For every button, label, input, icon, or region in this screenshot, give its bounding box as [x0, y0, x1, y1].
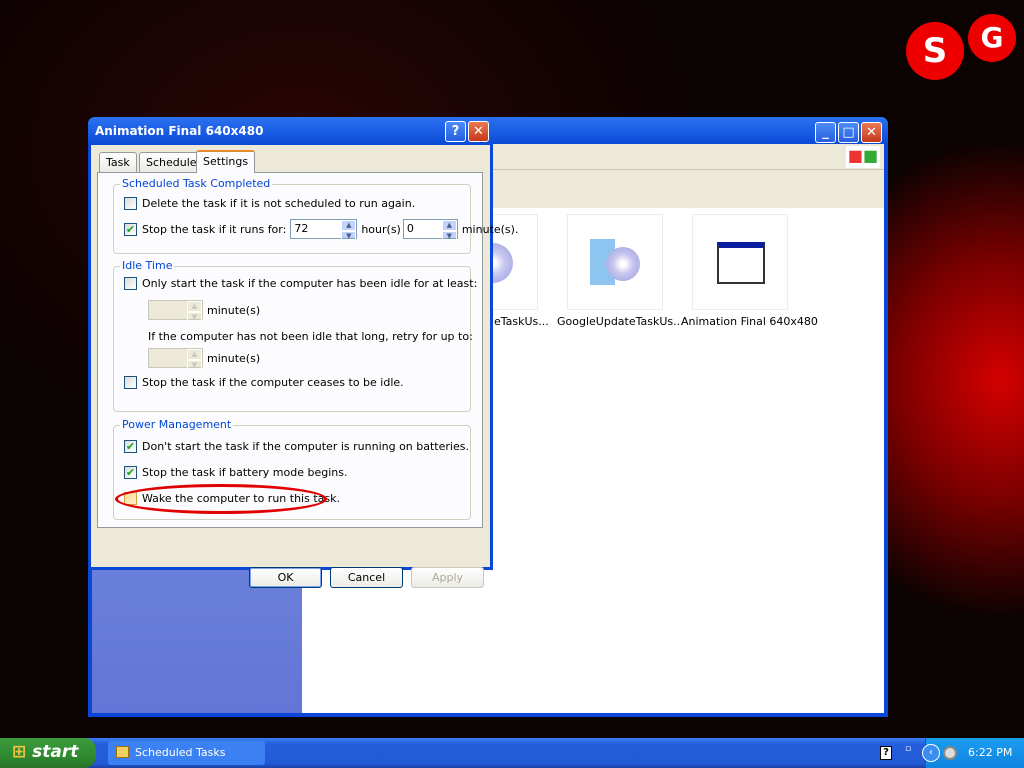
taskbar: ⊞ start Scheduled Tasks ? ▫ ‹ 6:22 PM: [0, 738, 1024, 768]
ok-button[interactable]: OK: [249, 567, 322, 588]
tab-schedule[interactable]: Schedule: [139, 152, 204, 172]
maximize-button[interactable]: □: [838, 122, 859, 143]
group-task-completed: Scheduled Task Completed Delete the task…: [113, 177, 518, 254]
close-button[interactable]: ✕: [861, 122, 882, 143]
idle-stop-checkbox[interactable]: [124, 376, 137, 389]
windows-flag-icon: ■■: [846, 146, 880, 168]
close-button[interactable]: ✕: [468, 121, 489, 142]
task-item-label: eTaskUs...: [494, 315, 549, 328]
logo-secondary: G: [968, 14, 1016, 62]
windows-logo-icon: ⊞: [12, 742, 27, 762]
retry-label: If the computer has not been idle that l…: [148, 330, 473, 343]
checkbox-label: Delete the task if it is not scheduled t…: [142, 197, 416, 210]
group-label: Power Management: [120, 418, 234, 431]
help-tray-icon[interactable]: ?: [880, 746, 892, 760]
package-cd-icon: [590, 239, 640, 285]
idle-minutes-stepper: ▲ ▼: [148, 300, 203, 323]
network-tray-icon[interactable]: ▫: [905, 744, 911, 754]
group-power-management: Power Management ✔ Don't start the task i…: [113, 418, 471, 520]
minutes-stepper[interactable]: 0 ▲ ▼: [402, 219, 458, 242]
checkbox-label: Don't start the task if the computer is …: [142, 440, 469, 453]
task-item-label: GoogleUpdateTaskUs...: [557, 315, 684, 328]
apply-button[interactable]: Apply: [411, 567, 484, 588]
scheduled-tasks-icon: [116, 746, 129, 758]
down-arrow-icon[interactable]: ▼: [441, 231, 457, 242]
tab-settings[interactable]: Settings: [196, 150, 256, 173]
help-button[interactable]: ?: [445, 121, 466, 142]
tab-task[interactable]: Task: [99, 152, 137, 172]
start-button[interactable]: ⊞ start: [0, 738, 96, 768]
down-arrow-icon[interactable]: ▼: [341, 231, 357, 242]
task-item[interactable]: [567, 214, 663, 310]
dialog-body: Task Schedule Settings Scheduled Task Co…: [91, 145, 518, 588]
settings-panel: Scheduled Task Completed Delete the task…: [97, 172, 518, 528]
hours-stepper[interactable]: 72 ▲ ▼: [290, 219, 358, 242]
highlight-ellipse: [115, 484, 327, 514]
group-idle-time: Idle Time Only start the task if the com…: [113, 259, 477, 412]
minutes-label: minute(s).: [461, 222, 519, 236]
retry-minutes-stepper: ▲ ▼: [148, 348, 203, 371]
antivirus-tray-icon[interactable]: [943, 746, 957, 760]
start-label: start: [32, 742, 79, 762]
group-label: Idle Time: [120, 259, 175, 272]
dialog-titlebar[interactable]: Animation Final 640x480 ? ✕: [88, 117, 493, 145]
hours-label: hour(s): [361, 222, 401, 236]
checkbox-label: Only start the task if the computer has …: [142, 277, 478, 290]
up-arrow-icon[interactable]: ▲: [341, 220, 357, 231]
dialog-title: Animation Final 640x480: [95, 124, 264, 138]
hours-value[interactable]: 72: [291, 220, 341, 238]
up-arrow-icon[interactable]: ▲: [441, 220, 457, 231]
idle-start-checkbox[interactable]: [124, 277, 137, 290]
checkbox-label: Stop the task if it runs for:: [142, 222, 287, 236]
task-properties-dialog: Animation Final 640x480 ? ✕ Task Schedul…: [88, 117, 518, 588]
minimize-button[interactable]: _: [815, 122, 836, 143]
minutes-value[interactable]: 0: [404, 220, 442, 238]
taskbar-item-scheduled-tasks[interactable]: Scheduled Tasks: [108, 741, 265, 765]
minutes-label: minute(s): [207, 351, 261, 365]
clock[interactable]: 6:22 PM: [968, 746, 1012, 759]
task-item[interactable]: [692, 214, 788, 310]
battery-mode-checkbox[interactable]: ✔: [124, 466, 137, 479]
logo: S: [906, 22, 964, 80]
task-item-label: Animation Final 640x480: [681, 315, 818, 328]
checkbox-label: Stop the task if battery mode begins.: [142, 466, 348, 479]
window-app-icon: [717, 242, 765, 284]
delete-task-checkbox[interactable]: [124, 197, 137, 210]
checkbox-label: Stop the task if the computer ceases to …: [142, 376, 404, 389]
taskbar-item-label: Scheduled Tasks: [135, 746, 226, 759]
group-label: Scheduled Task Completed: [120, 177, 273, 190]
minutes-label: minute(s): [207, 303, 261, 317]
cancel-button[interactable]: Cancel: [330, 567, 403, 588]
stop-task-checkbox[interactable]: ✔: [124, 222, 137, 236]
batteries-checkbox[interactable]: ✔: [124, 440, 137, 453]
show-hidden-icons-button[interactable]: ‹: [922, 744, 940, 762]
